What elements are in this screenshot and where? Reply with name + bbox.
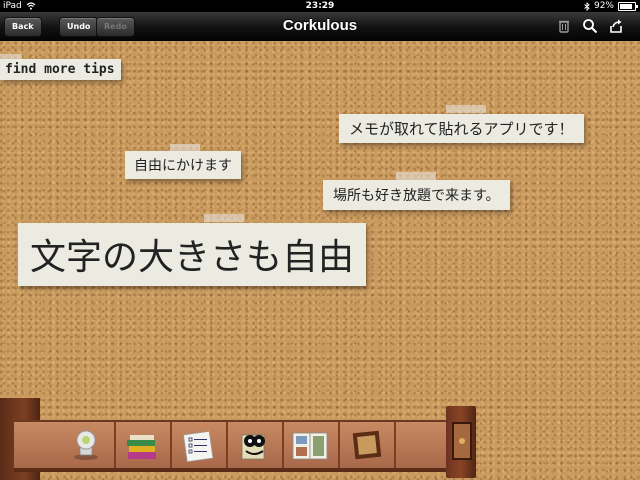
status-right: 92%: [584, 0, 638, 12]
character-tool-icon[interactable]: [226, 422, 284, 468]
tape-strip: [204, 214, 244, 222]
search-icon[interactable]: [582, 18, 598, 34]
status-time: 23:29: [305, 1, 335, 11]
nav-bar: Back Undo Redo Corkulous: [0, 12, 640, 41]
bluetooth-icon: [584, 1, 590, 11]
share-icon[interactable]: [608, 18, 624, 34]
note-free-font-size[interactable]: 文字の大きさも自由: [18, 223, 367, 286]
battery-icon: [618, 1, 638, 11]
photo-album-tool-icon[interactable]: [282, 422, 340, 468]
drawer-knob-icon: [459, 438, 465, 444]
empty-slot: [394, 422, 450, 468]
tape-strip: [396, 172, 436, 180]
back-button[interactable]: Back: [4, 17, 42, 37]
note-app-description[interactable]: メモが取れて貼れるアプリです！: [339, 114, 584, 143]
redo-button[interactable]: Redo: [96, 17, 135, 37]
pushpin-tool-icon[interactable]: [58, 422, 116, 468]
tool-shelf: [0, 398, 480, 480]
note-write-freely[interactable]: 自由にかけます: [125, 151, 241, 179]
find-tips-note[interactable]: find more tips: [0, 59, 121, 80]
battery-percent: 92%: [593, 1, 614, 11]
shelf-body: [14, 420, 454, 472]
shelf-end-panel: [446, 406, 476, 478]
drawer-handle[interactable]: [452, 422, 472, 460]
tape-strip: [446, 105, 486, 113]
books-tool-icon[interactable]: [114, 422, 172, 468]
undo-button[interactable]: Undo: [59, 17, 99, 37]
trash-icon[interactable]: [556, 18, 572, 34]
status-bar: iPad 23:29 92%: [0, 0, 640, 12]
checklist-tool-icon[interactable]: [170, 422, 228, 468]
cork-frame-tool-icon[interactable]: [338, 422, 396, 468]
note-place-anywhere[interactable]: 場所も好き放題で来ます。: [323, 180, 510, 210]
